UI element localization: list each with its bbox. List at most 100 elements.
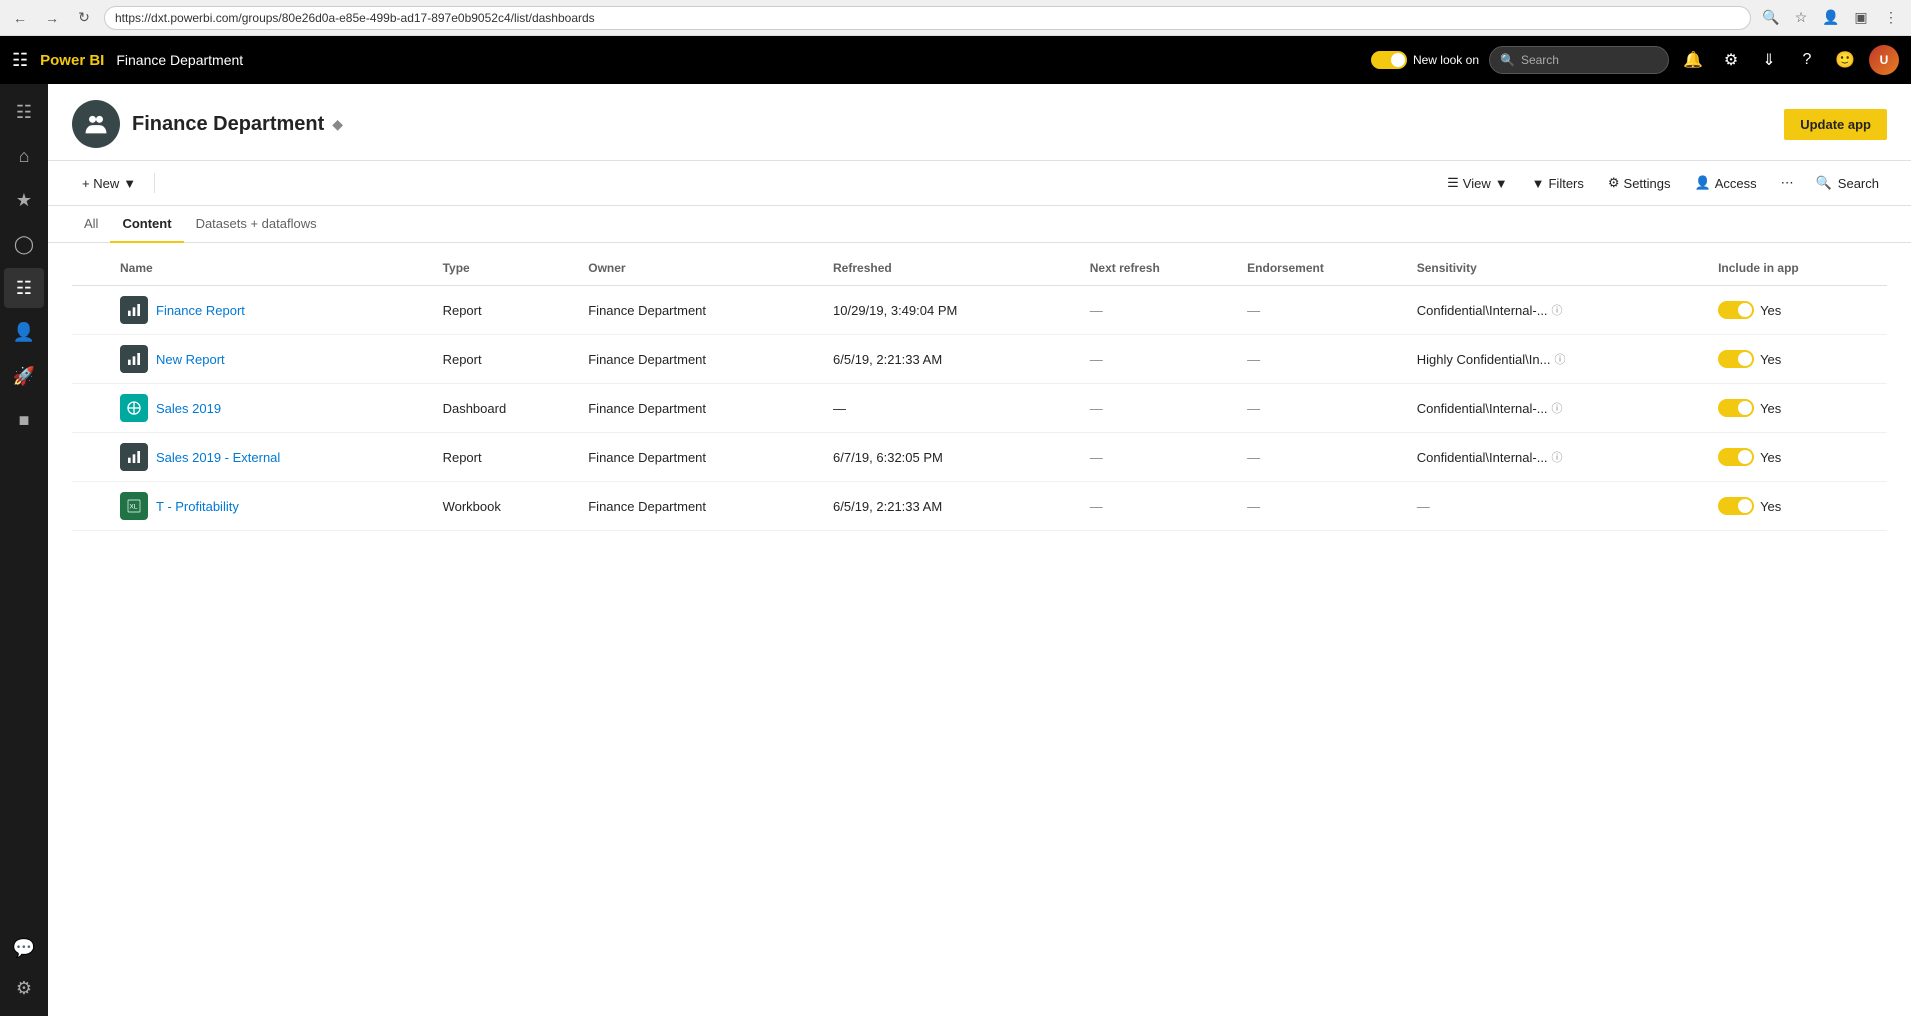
more-options-button[interactable]: ⋯ [1771,169,1804,197]
update-app-button[interactable]: Update app [1784,109,1887,140]
bookmark-btn[interactable]: ☆ [1789,6,1813,30]
sidebar-item-favorites[interactable]: ★ [4,180,44,220]
endorsement-cell: — [1239,384,1409,433]
forward-button[interactable]: → [40,6,64,30]
include-in-app-cell: Yes [1710,335,1887,384]
sensitivity-cell: Confidential\Internal-...ⓘ [1409,286,1710,335]
access-button[interactable]: 👤 Access [1685,169,1767,197]
settings-button[interactable]: ⚙ Settings [1598,169,1681,197]
diamond-icon: ◆ [332,116,343,133]
include-toggle[interactable] [1718,399,1754,417]
topnav-search[interactable]: 🔍 Search [1489,46,1669,74]
browser-actions: 🔍 ☆ 👤 ▣ ⋮ [1759,6,1903,30]
item-name[interactable]: New Report [156,352,225,367]
search-placeholder: Search [1521,53,1559,67]
hamburger-menu-icon[interactable]: ☷ [12,50,28,71]
sensitivity-info-icon[interactable]: ⓘ [1552,302,1563,318]
filters-button[interactable]: ▼ Filters [1522,170,1594,197]
toolbar-right: ☰ View ▼ ▼ Filters ⚙ Settings 👤 Access ⋯ [1437,169,1887,197]
endorsement-cell: — [1239,335,1409,384]
tab-content[interactable]: Content [110,206,183,243]
item-name[interactable]: Sales 2019 - External [156,450,280,465]
avatar[interactable]: U [1869,45,1899,75]
sensitivity-info-icon[interactable]: ⓘ [1552,400,1563,416]
sidebar-item-recent[interactable]: ◯ [4,224,44,264]
workspace-name-topnav: Finance Department [116,52,243,68]
owner-cell: Finance Department [580,384,825,433]
sensitivity-cell: Confidential\Internal-...ⓘ [1409,384,1710,433]
sidebar-item-apps[interactable]: ☷ [4,268,44,308]
more-btn[interactable]: ⋮ [1879,6,1903,30]
sidebar-item-settings[interactable]: ⚙ [4,968,44,1008]
content-tabs: All Content Datasets + dataflows [48,206,1911,243]
sidebar-item-dataflow[interactable]: ■ [4,400,44,440]
new-look-label: New look on [1413,53,1479,67]
refreshed-cell: 10/29/19, 3:49:04 PM [825,286,1082,335]
sidebar-item-menu[interactable]: ☷ [4,92,44,132]
back-button[interactable]: ← [8,6,32,30]
include-in-app-cell: Yes [1710,482,1887,531]
refreshed-cell: — [825,384,1082,433]
sidebar-item-learn[interactable]: 💬 [4,928,44,968]
type-cell: Report [435,433,581,482]
help-icon[interactable]: ? [1793,46,1821,74]
refresh-button[interactable]: ↻ [72,6,96,30]
owner-cell: Finance Department [580,286,825,335]
table-row: Sales 2019 Dashboard Finance Department … [72,384,1887,433]
workspace-icon [72,100,120,148]
item-name[interactable]: Sales 2019 [156,401,221,416]
url-bar[interactable]: https://dxt.powerbi.com/groups/80e26d0a-… [104,6,1751,30]
include-toggle[interactable] [1718,301,1754,319]
item-name[interactable]: T - Profitability [156,499,239,514]
filters-label: Filters [1548,176,1583,191]
tab-all[interactable]: All [72,206,110,243]
include-in-app-cell: Yes [1710,433,1887,482]
sidebar-item-metrics[interactable]: 🚀 [4,356,44,396]
next-refresh-cell: — [1082,433,1239,482]
item-name[interactable]: Finance Report [156,303,245,318]
settings-icon[interactable]: ⚙ [1717,46,1745,74]
col-owner: Owner [580,251,825,286]
sidebar-item-home[interactable]: ⌂ [4,136,44,176]
sidebar-item-shared[interactable]: 👤 [4,312,44,352]
toolbar-separator-1 [154,173,155,193]
tab-datasets[interactable]: Datasets + dataflows [184,206,329,243]
download-icon[interactable]: ⇓ [1755,46,1783,74]
item-icon [120,345,148,373]
extensions-btn[interactable]: ▣ [1849,6,1873,30]
include-toggle[interactable] [1718,448,1754,466]
browser-bar: ← → ↻ https://dxt.powerbi.com/groups/80e… [0,0,1911,36]
access-person-icon: 👤 [1695,175,1711,191]
checkbox-cell [72,335,112,384]
col-include-in-app: Include in app [1710,251,1887,286]
toolbar-search-label: Search [1838,176,1879,191]
toolbar-search[interactable]: 🔍 Search [1808,171,1887,195]
view-button[interactable]: ☰ View ▼ [1437,169,1517,197]
sensitivity-info-icon[interactable]: ⓘ [1552,449,1563,465]
new-look-toggle[interactable]: New look on [1371,51,1479,69]
feedback-icon[interactable]: 🙂 [1831,46,1859,74]
include-in-app-cell: Yes [1710,384,1887,433]
next-refresh-cell: — [1082,335,1239,384]
new-button[interactable]: + New ▼ [72,170,146,197]
col-endorsement: Endorsement [1239,251,1409,286]
main-layout: ☷ ⌂ ★ ◯ ☷ 👤 🚀 ■ 💬 ⚙ Finance Department ◆… [0,84,1911,1016]
browser-search-btn[interactable]: 🔍 [1759,6,1783,30]
new-chevron-icon: ▼ [123,176,136,191]
include-toggle[interactable] [1718,350,1754,368]
profile-btn[interactable]: 👤 [1819,6,1843,30]
col-sensitivity: Sensitivity [1409,251,1710,286]
sensitivity-cell: Confidential\Internal-...ⓘ [1409,433,1710,482]
new-look-switch[interactable] [1371,51,1407,69]
include-toggle[interactable] [1718,497,1754,515]
sensitivity-info-icon[interactable]: ⓘ [1554,351,1565,367]
type-cell: Workbook [435,482,581,531]
endorsement-cell: — [1239,433,1409,482]
settings-label: Settings [1624,176,1671,191]
item-icon [120,443,148,471]
notifications-icon[interactable]: 🔔 [1679,46,1707,74]
owner-cell: Finance Department [580,433,825,482]
type-cell: Report [435,286,581,335]
content-area: Finance Department ◆ Update app + New ▼ … [48,84,1911,1016]
col-checkbox [72,251,112,286]
